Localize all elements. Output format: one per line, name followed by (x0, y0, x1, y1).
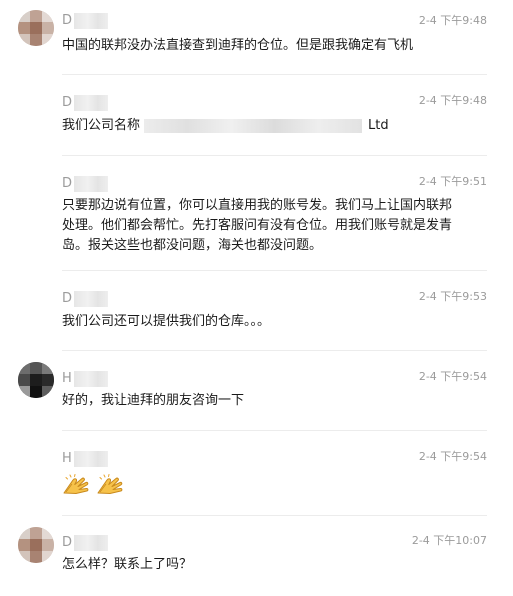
clapping-hands-icon (97, 474, 123, 494)
avatar[interactable] (18, 527, 54, 563)
redacted-name (73, 451, 108, 467)
redacted-name (73, 371, 108, 387)
sender-name: H (62, 371, 108, 387)
chat-history[interactable]: D 2-4 下午9:48 中国的联邦没办法直接查到迪拜的仓位。但是跟我确定有飞机… (0, 0, 513, 596)
sender-initial: H (62, 371, 72, 386)
redacted-name (74, 291, 109, 307)
sender-name: D (62, 95, 109, 111)
message-text: 中国的联邦没办法直接查到迪拜的仓位。但是跟我确定有飞机 (62, 38, 414, 53)
avatar[interactable] (18, 10, 54, 46)
message-text: 只要那边说有位置，你可以直接用我的账号发。我们马上让国内联邦处理。他们都会帮忙。… (62, 198, 453, 253)
message-time: 2-4 下午9:51 (418, 175, 487, 188)
divider (62, 270, 487, 271)
divider (62, 515, 487, 516)
redacted-name (74, 176, 109, 192)
message-text: 怎么样？联系上了吗？ (62, 557, 193, 572)
sender-initial: H (62, 451, 72, 466)
redacted-name (74, 95, 109, 111)
redacted-name (74, 535, 109, 551)
sender-name: D (62, 535, 109, 551)
message-time: 2-4 下午9:48 (418, 94, 487, 107)
message-text-prefix: 我们公司名称 (62, 118, 141, 133)
message-time: 2-4 下午9:48 (418, 14, 487, 27)
sender-name: D (62, 176, 109, 192)
divider (62, 74, 487, 75)
sender-name: H (62, 451, 108, 467)
message-time: 2-4 下午9:54 (418, 450, 487, 463)
sender-initial: D (62, 291, 73, 306)
message-text: 好的，我让迪拜的朋友咨询一下 (62, 393, 245, 408)
divider (62, 155, 487, 156)
sender-name: D (62, 291, 109, 307)
message-time: 2-4 下午10:07 (411, 534, 487, 547)
avatar[interactable] (18, 362, 54, 398)
message-text-suffix: Ltd (368, 118, 389, 133)
redacted-name (74, 13, 109, 29)
sender-initial: D (62, 535, 73, 550)
sender-name: D (62, 13, 109, 29)
sender-initial: D (62, 176, 73, 191)
emoji-row (62, 474, 124, 500)
message-text: 我们公司还可以提供我们的仓库。。。 (62, 314, 271, 329)
clapping-hands-icon (63, 474, 89, 494)
redacted-company-name (144, 118, 363, 133)
divider (62, 350, 487, 351)
sender-initial: D (62, 95, 73, 110)
message-time: 2-4 下午9:54 (418, 370, 487, 383)
divider (62, 430, 487, 431)
message-time: 2-4 下午9:53 (418, 290, 487, 303)
message-text: 我们公司名称 Ltd (62, 116, 462, 136)
sender-initial: D (62, 13, 73, 28)
